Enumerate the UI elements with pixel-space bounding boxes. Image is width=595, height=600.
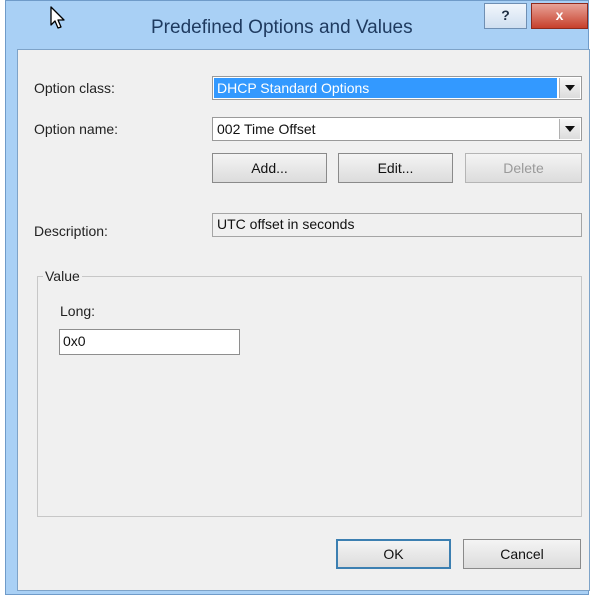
dropdown-button[interactable] — [559, 78, 580, 98]
description-field: UTC offset in seconds — [212, 213, 582, 237]
add-button[interactable]: Add... — [212, 153, 327, 183]
option-class-label: Option class: — [34, 80, 115, 96]
close-button[interactable]: x — [531, 3, 588, 29]
option-name-value: 002 Time Offset — [217, 121, 316, 137]
help-button[interactable]: ? — [484, 3, 527, 29]
window-title: Predefined Options and Values — [151, 17, 413, 38]
value-group-legend: Value — [43, 268, 82, 284]
dropdown-button[interactable] — [559, 119, 580, 139]
ok-button[interactable]: OK — [336, 539, 451, 569]
description-label: Description: — [34, 223, 108, 239]
option-name-dropdown[interactable]: 002 Time Offset — [212, 117, 582, 141]
value-group — [37, 276, 582, 517]
option-class-value: DHCP Standard Options — [217, 80, 370, 96]
chevron-down-icon — [565, 85, 575, 91]
option-class-dropdown[interactable]: DHCP Standard Options — [212, 76, 582, 100]
long-label: Long: — [60, 303, 96, 319]
option-name-label: Option name: — [34, 121, 119, 137]
chevron-down-icon — [565, 126, 575, 132]
cancel-button[interactable]: Cancel — [463, 539, 581, 569]
long-value-input[interactable]: 0x0 — [59, 329, 240, 355]
mouse-pointer-icon — [50, 6, 66, 35]
edit-button[interactable]: Edit... — [338, 153, 453, 183]
delete-button[interactable]: Delete — [465, 153, 582, 183]
